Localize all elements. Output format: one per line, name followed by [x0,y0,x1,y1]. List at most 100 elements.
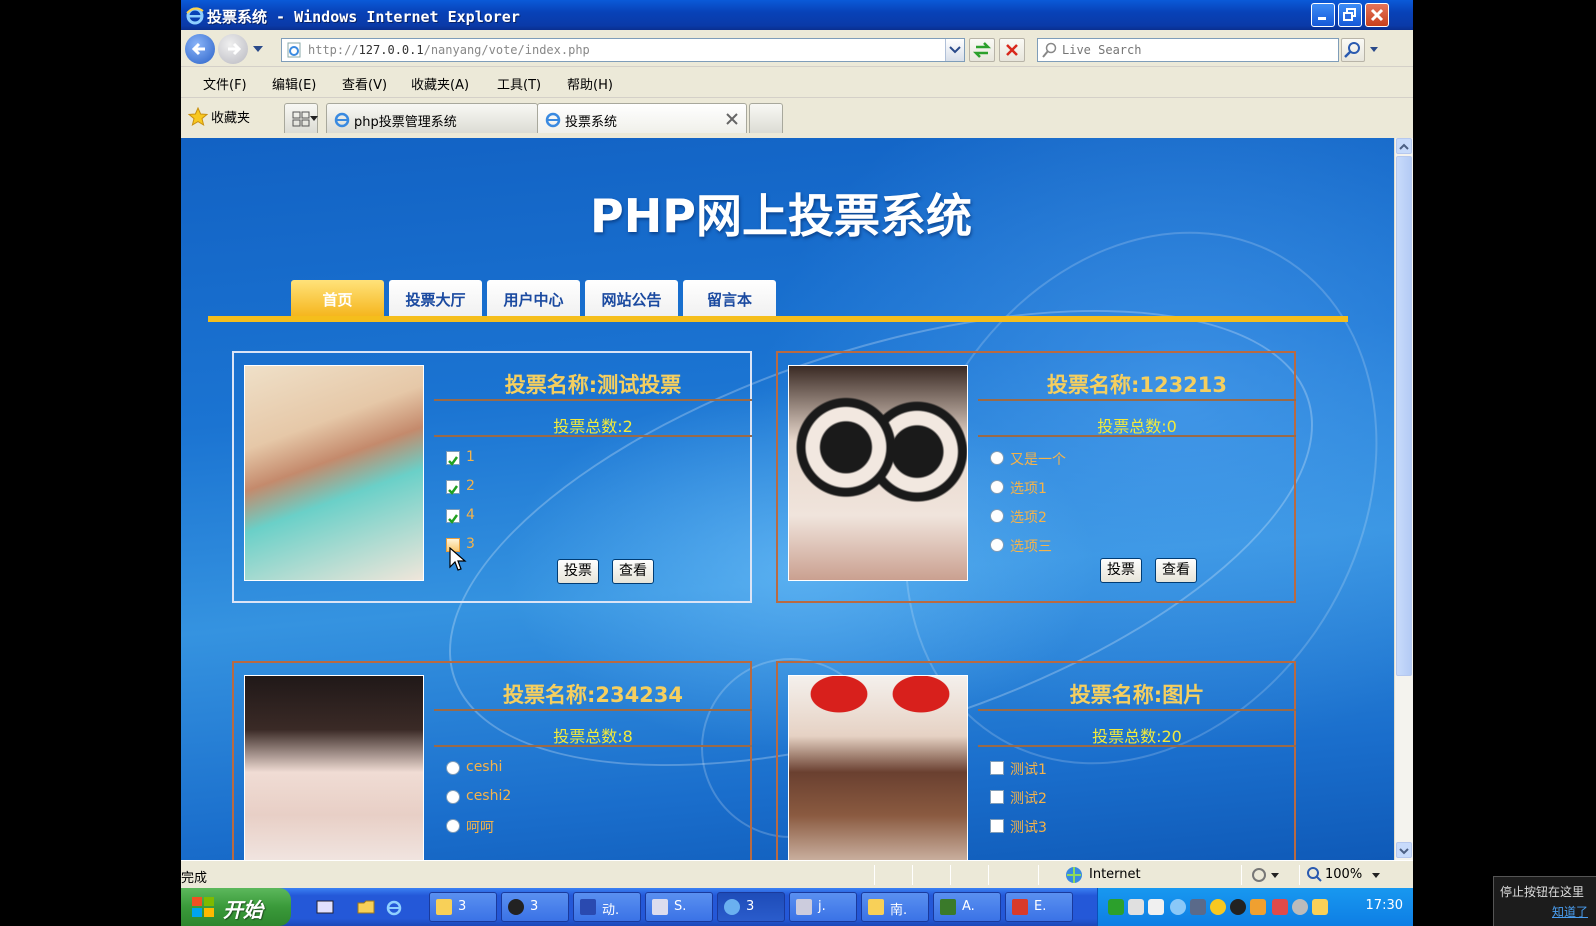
radio-button[interactable] [446,761,460,775]
search-options-icon[interactable] [1369,46,1379,54]
checkbox-checked[interactable] [446,480,460,495]
menu-file[interactable]: 文件(F) [203,74,247,93]
checkbox-unchecked[interactable] [990,819,1004,833]
zoom-level[interactable]: 100% [1325,867,1362,882]
address-field[interactable]: http://127.0.0.1/nanyang/vote/index.php [281,38,965,62]
nav-underline [208,316,1348,322]
option-label: 4 [466,507,475,523]
scroll-thumb[interactable] [1396,156,1412,676]
address-dropdown-button[interactable] [945,39,964,61]
view-results-button[interactable]: 查看 [1155,558,1197,583]
taskbar-dreamweaver[interactable]: A. [933,892,1001,922]
radio-button[interactable] [446,819,460,833]
checkbox-checked[interactable] [446,451,460,466]
start-button[interactable]: 开始 [181,888,291,926]
nav-guestbook[interactable]: 留言本 [683,280,776,317]
divider [950,865,951,885]
tab-php-vote-admin[interactable]: php投票管理系统 [326,103,538,133]
app-icon [796,899,812,915]
explorer-icon[interactable] [357,898,375,916]
tray-icon[interactable] [1292,899,1308,915]
nav-announcements[interactable]: 网站公告 [585,280,678,317]
tray-icon[interactable] [1190,899,1206,915]
tray-icon[interactable] [1170,899,1186,915]
protected-mode-icon[interactable] [1251,867,1279,883]
nav-voting-hall[interactable]: 投票大厅 [389,280,482,317]
radio-button[interactable] [990,509,1004,523]
vote-button[interactable]: 投票 [557,559,599,584]
nav-user-center[interactable]: 用户中心 [487,280,580,317]
taskbar-ie[interactable]: 3 [717,892,785,922]
media-play-icon[interactable] [1128,899,1144,915]
favorites-star-icon[interactable] [188,107,208,127]
taskbar-app-s[interactable]: S. [645,892,713,922]
taskbar-folders[interactable]: 3 [429,892,497,922]
menu-help[interactable]: 帮助(H) [567,74,613,93]
divider [988,865,989,885]
nav-home[interactable]: 首页 [291,280,384,317]
poll-name: 投票名称:234234 [502,683,684,707]
tray-icon[interactable] [1250,899,1266,915]
window-title: 投票系统 - Windows Internet Explorer [207,8,520,26]
close-tab-icon[interactable] [726,113,738,125]
tab-list-dropdown-icon[interactable] [309,115,319,123]
poll-photo [244,365,424,581]
vote-button[interactable]: 投票 [1100,558,1142,583]
option-label: 选项三 [1010,539,1052,555]
option-label: 1 [466,449,475,465]
checkbox-unchecked[interactable] [990,761,1004,775]
menu-tools[interactable]: 工具(T) [497,74,541,93]
notification-dismiss-link[interactable]: 知道了 [1552,903,1588,920]
search-input[interactable] [1062,42,1332,58]
forward-button[interactable] [218,34,248,64]
windows-logo-icon [192,897,214,917]
option-label: 2 [466,478,475,494]
taskbar-qq[interactable]: 3 [501,892,569,922]
tray-icon[interactable] [1108,899,1124,915]
qq-tray-icon[interactable] [1230,899,1246,915]
tab-vote-system[interactable]: 投票系统 [537,103,747,133]
poll-name: 投票名称:123213 [1046,373,1228,397]
forward-arrow-icon [228,42,242,56]
browser-window: 投票系统 - Windows Internet Explorer http://… [181,0,1413,926]
tray-icon[interactable] [1210,899,1226,915]
zoom-dropdown-icon[interactable] [1371,872,1381,880]
radio-button[interactable] [990,538,1004,552]
poll-total: 投票总数:0 [1097,417,1177,436]
menu-edit[interactable]: 编辑(E) [272,74,316,93]
ie-logo-icon [186,7,204,25]
stop-button[interactable] [999,38,1025,62]
taskbar-app-nan[interactable]: 南. [861,892,929,922]
scroll-down-button[interactable] [1396,842,1412,858]
taskbar-app-j[interactable]: j. [789,892,857,922]
security-shield-icon[interactable] [1312,899,1328,915]
menu-view[interactable]: 查看(V) [342,74,387,93]
search-button[interactable] [1341,38,1365,62]
taskbar-word[interactable]: 动. [573,892,641,922]
close-window-button[interactable] [1365,3,1389,27]
ie-quicklaunch-icon[interactable] [385,898,403,916]
scroll-up-button[interactable] [1396,138,1412,154]
favorites-label[interactable]: 收藏夹 [211,107,250,126]
radio-button[interactable] [446,790,460,804]
tray-icon[interactable] [1148,899,1164,915]
restore-button[interactable] [1338,3,1362,27]
url-text: http://127.0.0.1/nanyang/vote/index.php [308,43,590,57]
checkbox-unchecked[interactable] [990,790,1004,804]
radio-button[interactable] [990,480,1004,494]
show-desktop-icon[interactable] [316,898,334,916]
menu-favorites[interactable]: 收藏夹(A) [411,74,469,93]
taskbar-app-e[interactable]: E. [1005,892,1073,922]
vertical-scrollbar[interactable] [1394,138,1413,860]
history-dropdown-icon[interactable] [252,44,264,54]
system-tray: 17:30 [1097,888,1413,926]
new-tab-button[interactable] [749,103,783,133]
tray-icon[interactable] [1272,899,1288,915]
checkbox-checked[interactable] [446,509,460,524]
search-field[interactable] [1037,38,1339,62]
minimize-button[interactable] [1311,3,1335,27]
refresh-button[interactable] [969,38,995,62]
view-results-button[interactable]: 查看 [612,559,654,584]
back-button[interactable] [185,34,215,64]
radio-button[interactable] [990,451,1004,465]
